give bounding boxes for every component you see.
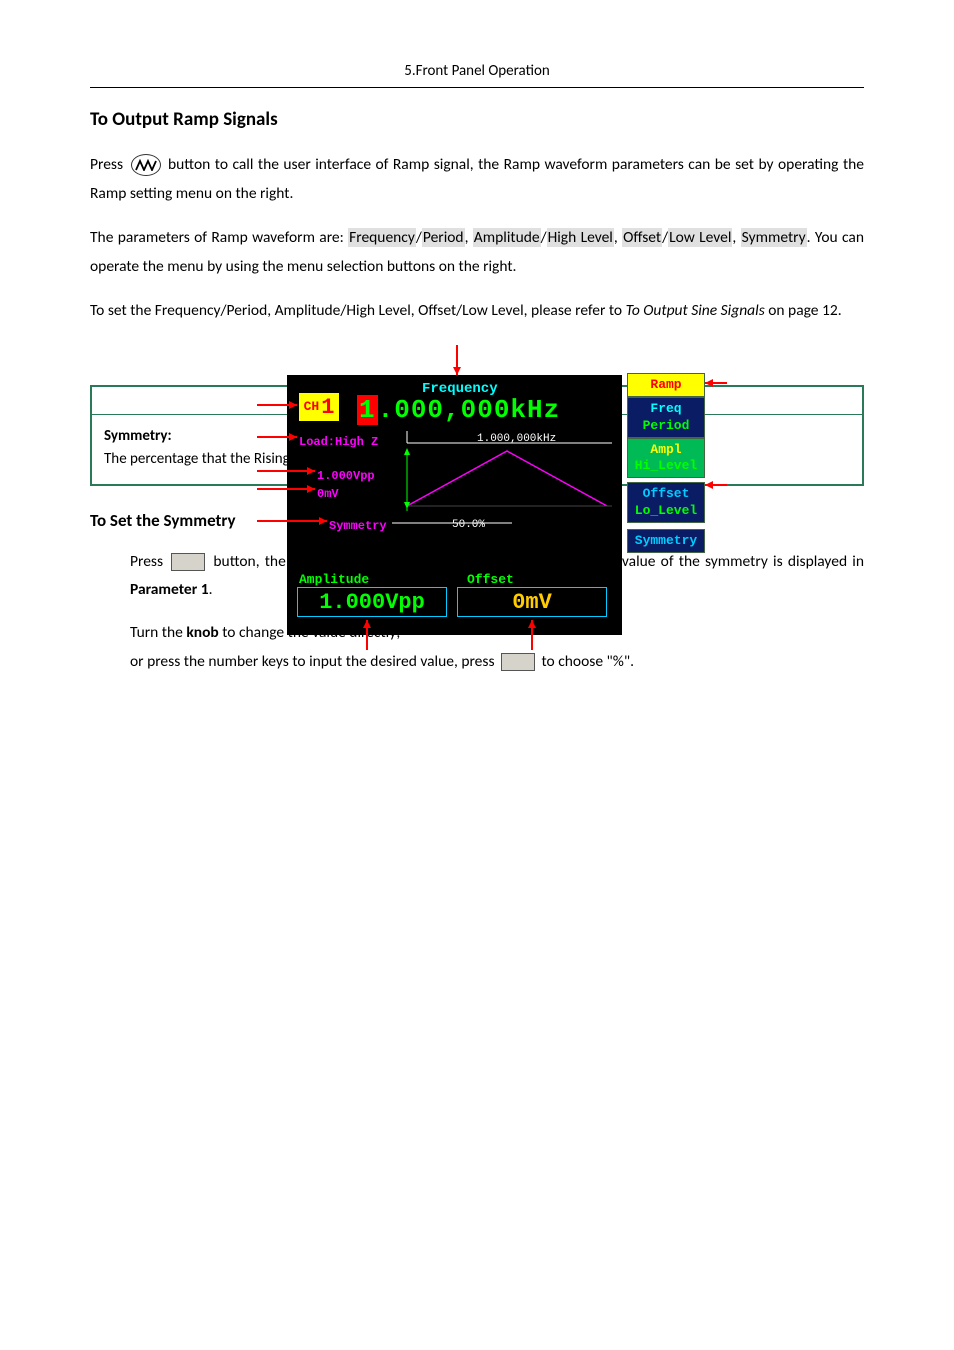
softkey-button-icon — [171, 553, 205, 571]
text: on page 12. — [765, 301, 842, 320]
reference-link: To Output Sine Signals — [626, 301, 765, 320]
param-offset: Offset — [622, 228, 662, 247]
device-menu: Ramp Freq Period Ampl Hi_Level Offset Lo… — [627, 373, 705, 553]
param-frequency: Frequency — [348, 228, 416, 247]
lcd-frequency-value: 1.000,000kHz — [357, 391, 560, 430]
lcd-offset-box: 0mV — [457, 587, 607, 617]
param-high-level: High Level — [547, 228, 614, 247]
softkey-button-icon — [501, 653, 535, 671]
heading-output-ramp: To Output Ramp Signals — [90, 106, 864, 135]
text: To set the Frequency/Period, Amplitude/H… — [90, 301, 626, 320]
page-header: 5.Front Panel Operation — [90, 60, 864, 88]
text: The parameters of Ramp waveform are: — [90, 228, 348, 247]
param-period: Period — [422, 228, 465, 247]
menu-freq-period[interactable]: Freq Period — [627, 397, 705, 438]
parameter-1: Parameter 1 — [130, 580, 209, 599]
ramp-waveform-button-icon — [131, 154, 161, 176]
lcd-amplitude-box: 1.000Vpp — [297, 587, 447, 617]
text: Press — [90, 155, 128, 174]
glossary-term: Symmetry: — [104, 427, 172, 445]
knob-label: knob — [186, 623, 218, 642]
param-low-level: Low Level — [668, 228, 732, 247]
param-amplitude: Amplitude — [473, 228, 541, 247]
menu-ramp[interactable]: Ramp — [627, 373, 705, 397]
text: button to call the user interface of Ram… — [90, 155, 864, 203]
lcd-screen: Frequency CH1 1.000,000kHz Load:High Z 1… — [287, 375, 622, 635]
paragraph-3: To set the Frequency/Period, Amplitude/H… — [90, 296, 864, 325]
menu-offset-lolevel[interactable]: Offset Lo_Level — [627, 482, 705, 523]
paragraph-1: Press button to call the user interface … — [90, 150, 864, 209]
lcd-waveform-graph — [297, 431, 612, 541]
menu-symmetry[interactable]: Symmetry — [627, 529, 705, 553]
lcd-channel-badge: CH1 — [299, 393, 339, 421]
paragraph-2: The parameters of Ramp waveform are: Fre… — [90, 223, 864, 282]
param-symmetry: Symmetry — [741, 228, 807, 247]
menu-ampl-hilevel[interactable]: Ampl Hi_Level — [627, 438, 705, 479]
